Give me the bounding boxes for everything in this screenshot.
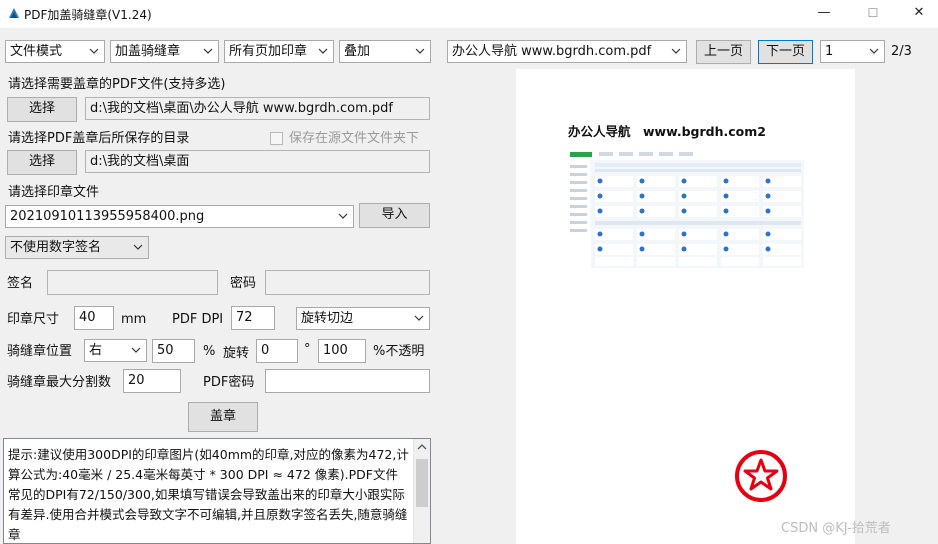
mode-select[interactable]: 文件模式	[5, 40, 105, 63]
stamp-file-select[interactable]: 20210910113955958400.png	[5, 205, 354, 228]
signature-name-label: 签名	[7, 276, 34, 291]
csdn-watermark: CSDN @KJ-拾荒者	[781, 521, 891, 536]
window-title: PDF加盖骑缝章(V1.24)	[24, 8, 152, 22]
blend-select-value: 叠加	[344, 44, 371, 59]
save-in-source-label: 保存在源文件文件夹下	[289, 131, 420, 146]
source-label: 请选择需要盖章的PDF文件(支持多选)	[8, 77, 226, 92]
degree-sign: °	[304, 342, 311, 357]
output-label: 请选择PDF盖章后所保存的目录	[8, 131, 190, 146]
stamp-size-label: 印章尺寸	[7, 312, 60, 327]
pages-select-value: 所有页加印章	[229, 44, 308, 59]
apply-stamp-button[interactable]: 盖章	[188, 402, 258, 432]
preview-heading: 办公人导航 www.bgrdh.com2	[568, 124, 766, 139]
current-file-select[interactable]: 办公人导航 www.bgrdh.com.pdf	[447, 40, 687, 63]
percent-sign: %	[203, 344, 216, 359]
chevron-down-icon	[869, 48, 879, 54]
current-file-value: 办公人导航 www.bgrdh.com.pdf	[452, 44, 652, 59]
close-button[interactable]: ✕	[896, 2, 938, 26]
position-percent-field[interactable]: 50	[152, 339, 195, 363]
stamp-file-value: 20210910113955958400.png	[10, 209, 205, 224]
preview-page-thumbnail	[567, 149, 804, 268]
pages-select[interactable]: 所有页加印章	[224, 40, 334, 63]
save-in-source-checkbox[interactable]	[270, 132, 283, 145]
notes-textarea[interactable]: 提示:建议使用300DPI的印章图片(如40mm的印章,对应的像素为472,计算…	[3, 438, 431, 544]
stamp-size-unit: mm	[121, 312, 147, 327]
blend-select[interactable]: 叠加	[339, 40, 431, 63]
chevron-down-icon	[671, 48, 681, 54]
pdf-password-label: PDF密码	[203, 375, 255, 390]
title-bar: PDF加盖骑缝章(V1.24) — ☐ ✕	[0, 0, 938, 28]
page-select-value: 1	[825, 44, 834, 59]
chevron-down-icon	[89, 48, 99, 54]
pdf-preview[interactable]: 办公人导航 www.bgrdh.com2	[516, 69, 855, 544]
rotate-mode-value: 旋转切边	[301, 311, 354, 326]
position-value: 右	[89, 343, 103, 358]
signature-password-field[interactable]	[265, 270, 430, 295]
notes-scrollbar[interactable]	[413, 439, 430, 543]
stamp-size-field[interactable]: 40	[74, 306, 114, 330]
chevron-down-icon	[318, 48, 328, 54]
signature-password-label: 密码	[230, 276, 257, 291]
import-button[interactable]: 导入	[359, 203, 430, 228]
stamp-type-value: 加盖骑缝章	[115, 44, 181, 59]
page-select[interactable]: 1	[820, 40, 885, 63]
notes-text: 提示:建议使用300DPI的印章图片(如40mm的印章,对应的像素为472,计算…	[8, 447, 409, 542]
chevron-down-icon	[415, 48, 425, 54]
output-path-field[interactable]: d:\我的文档\桌面	[85, 150, 430, 173]
signature-mode-select[interactable]: 不使用数字签名	[5, 236, 149, 259]
opacity-label: %不透明	[373, 344, 425, 359]
pdf-dpi-label: PDF DPI	[172, 312, 224, 327]
page-count: 2/3	[891, 44, 912, 59]
next-page-button[interactable]: 下一页	[758, 40, 813, 64]
stamp-file-label: 请选择印章文件	[8, 185, 100, 200]
scroll-up-icon[interactable]	[417, 443, 427, 451]
prev-page-button[interactable]: 上一页	[696, 40, 751, 64]
rotate-mode-select[interactable]: 旋转切边	[296, 307, 430, 330]
chevron-down-icon	[414, 315, 424, 321]
chevron-down-icon	[203, 48, 213, 54]
chevron-down-icon	[133, 244, 143, 250]
position-select[interactable]: 右	[84, 339, 147, 362]
opacity-field[interactable]: 100	[318, 339, 366, 363]
max-split-label: 骑缝章最大分割数	[7, 375, 112, 390]
signature-mode-value: 不使用数字签名	[10, 240, 102, 255]
chevron-down-icon	[338, 213, 348, 219]
pdf-password-field[interactable]	[265, 369, 430, 393]
notes-scroll-thumb[interactable]	[416, 459, 428, 507]
select-output-button[interactable]: 选择	[7, 150, 77, 175]
rotate-field[interactable]: 0	[256, 339, 298, 363]
signature-name-field[interactable]	[47, 270, 218, 295]
position-label: 骑缝章位置	[7, 344, 73, 359]
red-seal-stamp-icon	[735, 450, 787, 502]
minimize-button[interactable]: —	[801, 2, 847, 26]
rotate-label: 旋转	[223, 346, 250, 361]
maximize-button[interactable]: ☐	[850, 2, 896, 26]
mode-select-value: 文件模式	[10, 44, 63, 59]
pdf-dpi-field[interactable]: 72	[231, 306, 275, 330]
source-path-field[interactable]: d:\我的文档\桌面\办公人导航 www.bgrdh.com.pdf	[85, 97, 430, 120]
app-icon	[9, 8, 19, 18]
max-split-field[interactable]: 20	[123, 369, 181, 393]
select-source-button[interactable]: 选择	[7, 97, 77, 122]
stamp-type-select[interactable]: 加盖骑缝章	[110, 40, 219, 63]
chevron-down-icon	[131, 347, 141, 353]
